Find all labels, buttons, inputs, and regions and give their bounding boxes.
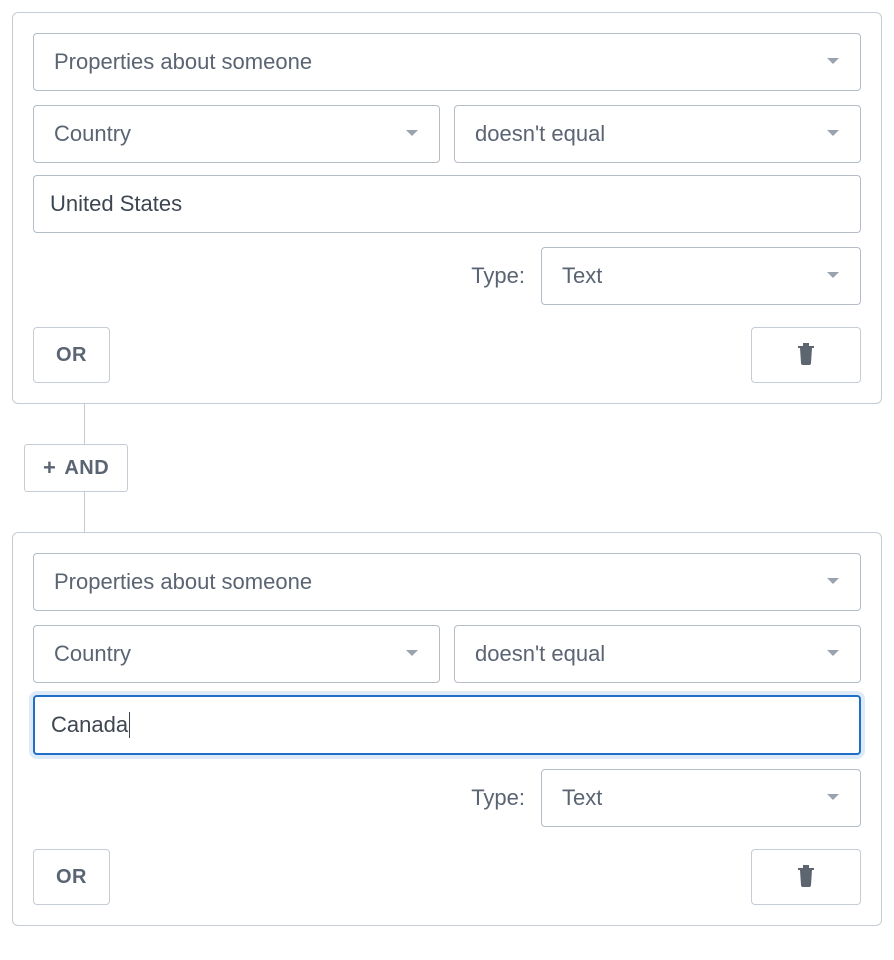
- property-select-value: Country: [54, 121, 131, 147]
- condition-group: Properties about someone Country doesn't…: [12, 12, 882, 404]
- chevron-down-icon: [820, 129, 840, 139]
- text-cursor: [129, 712, 130, 738]
- value-input-text: Canada: [51, 697, 128, 753]
- type-select[interactable]: Text: [541, 247, 861, 305]
- trash-icon: [796, 863, 816, 892]
- plus-icon: +: [43, 457, 56, 479]
- or-button-label: OR: [56, 866, 87, 889]
- chevron-down-icon: [820, 649, 840, 659]
- chevron-down-icon: [820, 793, 840, 803]
- property-select[interactable]: Country: [33, 625, 440, 683]
- property-select-value: Country: [54, 641, 131, 667]
- operator-select[interactable]: doesn't equal: [454, 625, 861, 683]
- delete-button[interactable]: [751, 849, 861, 905]
- value-input-text: United States: [50, 176, 182, 232]
- condition-group: Properties about someone Country doesn't…: [12, 532, 882, 926]
- operator-select-value: doesn't equal: [475, 641, 605, 667]
- connector-line: [84, 404, 85, 444]
- or-button-label: OR: [56, 344, 87, 367]
- or-button[interactable]: OR: [33, 327, 110, 383]
- group-joiner: + AND: [12, 404, 882, 532]
- and-button-label: AND: [64, 457, 109, 480]
- category-select[interactable]: Properties about someone: [33, 33, 861, 91]
- operator-select-value: doesn't equal: [475, 121, 605, 147]
- add-and-button[interactable]: + AND: [24, 444, 128, 492]
- trash-icon: [796, 341, 816, 370]
- category-select-value: Properties about someone: [54, 569, 312, 595]
- type-label: Type:: [471, 785, 525, 811]
- chevron-down-icon: [399, 129, 419, 139]
- type-label: Type:: [471, 263, 525, 289]
- value-input[interactable]: Canada: [33, 695, 861, 755]
- connector-line: [84, 492, 85, 532]
- operator-select[interactable]: doesn't equal: [454, 105, 861, 163]
- chevron-down-icon: [820, 577, 840, 587]
- value-input[interactable]: United States: [33, 175, 861, 233]
- type-select-value: Text: [562, 785, 602, 811]
- category-select[interactable]: Properties about someone: [33, 553, 861, 611]
- chevron-down-icon: [399, 649, 419, 659]
- property-select[interactable]: Country: [33, 105, 440, 163]
- chevron-down-icon: [820, 271, 840, 281]
- chevron-down-icon: [820, 57, 840, 67]
- type-select[interactable]: Text: [541, 769, 861, 827]
- or-button[interactable]: OR: [33, 849, 110, 905]
- type-select-value: Text: [562, 263, 602, 289]
- delete-button[interactable]: [751, 327, 861, 383]
- category-select-value: Properties about someone: [54, 49, 312, 75]
